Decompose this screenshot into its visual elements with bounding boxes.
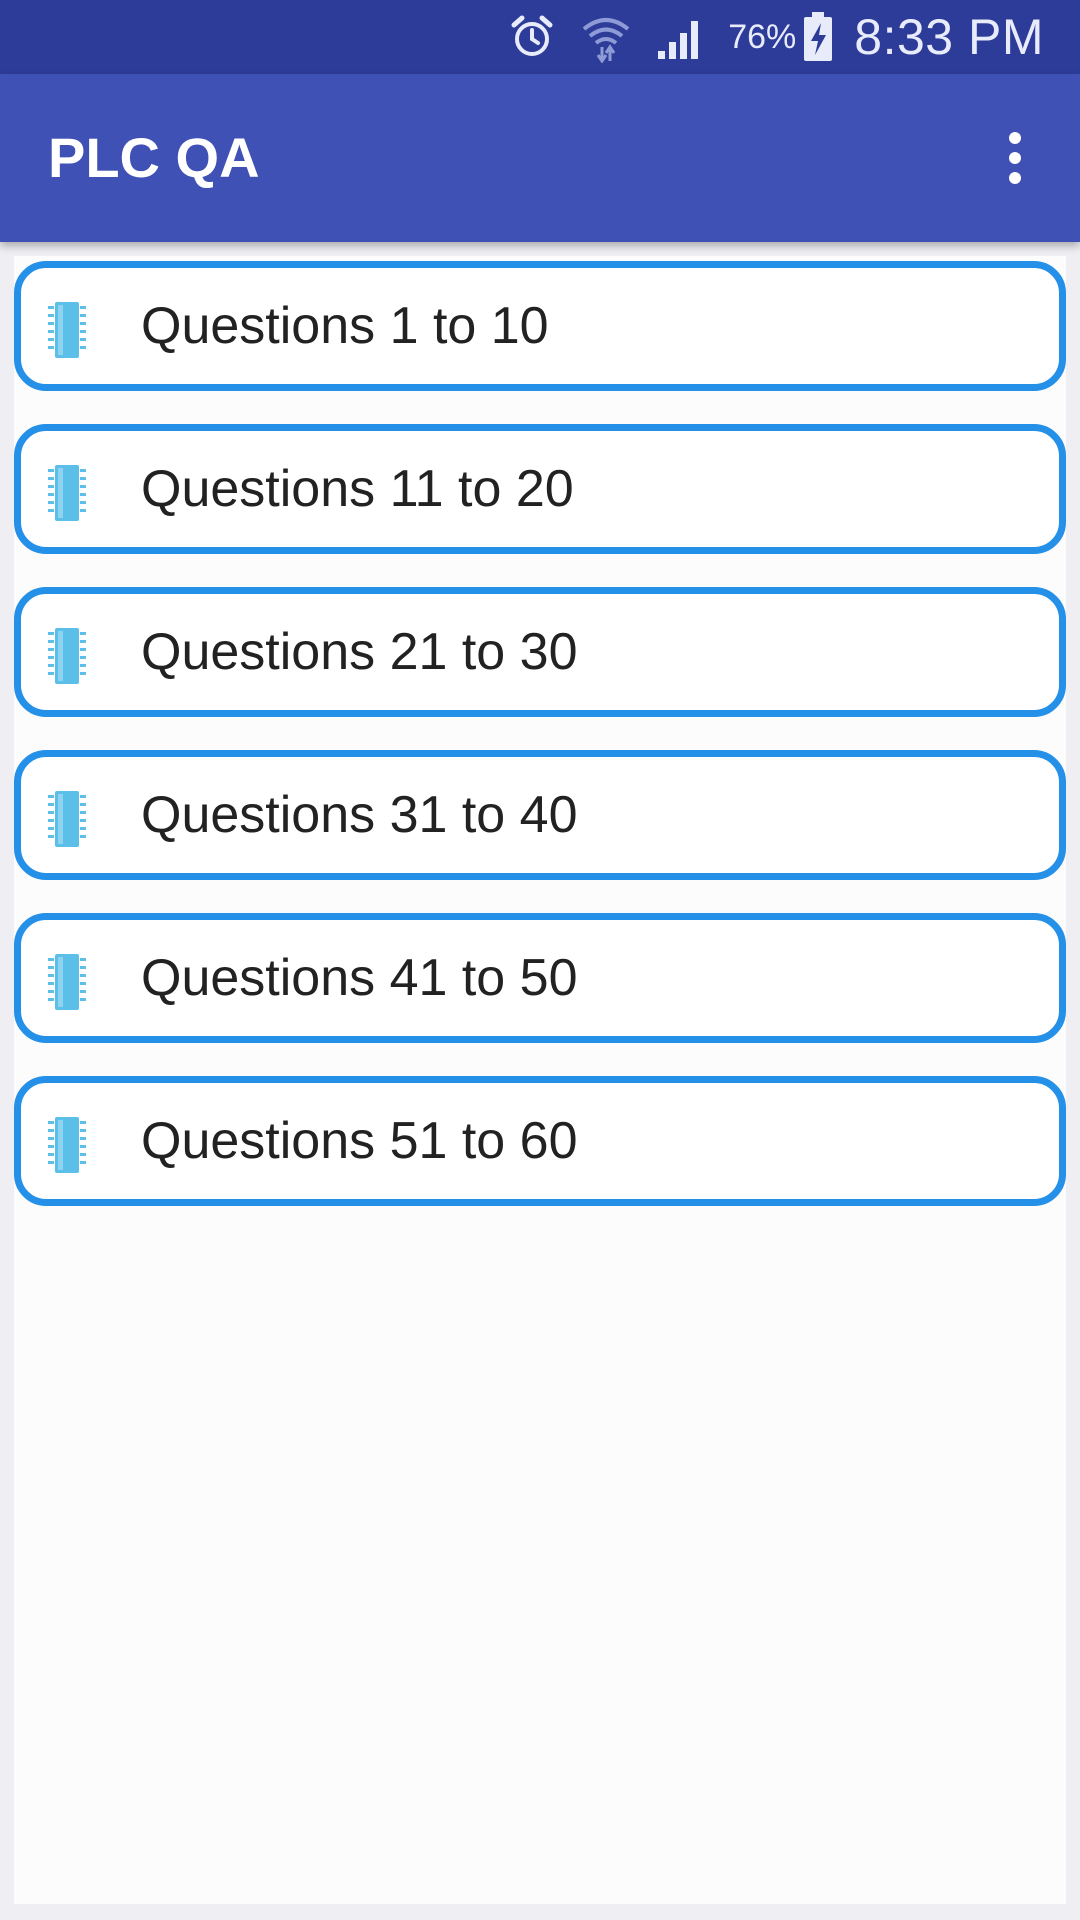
list-item[interactable]: Questions 31 to 40	[14, 750, 1066, 880]
content-area: Questions 1 to 10 Questions 11 to 20 Que…	[14, 256, 1066, 1904]
app-bar: PLC QA	[0, 74, 1080, 242]
list-item-label: Questions 1 to 10	[141, 297, 549, 355]
status-bar: 76% 8:33 PM	[0, 0, 1080, 74]
list-item[interactable]: Questions 21 to 30	[14, 587, 1066, 717]
battery-charging-icon	[802, 12, 834, 62]
list-item[interactable]: Questions 51 to 60	[14, 1076, 1066, 1206]
battery-percentage: 76%	[728, 17, 797, 56]
list-item-label: Questions 51 to 60	[141, 1112, 578, 1170]
chip-icon	[47, 465, 87, 521]
signal-icon	[656, 13, 706, 61]
wifi-icon	[580, 11, 632, 63]
list-item-label: Questions 11 to 20	[141, 460, 574, 518]
list-item[interactable]: Questions 1 to 10	[14, 261, 1066, 391]
list-item-label: Questions 31 to 40	[141, 786, 578, 844]
app-title: PLC QA	[48, 126, 260, 189]
chip-icon	[47, 791, 87, 847]
list-item[interactable]: Questions 11 to 20	[14, 424, 1066, 554]
alarm-icon	[508, 13, 556, 61]
clock-time: 8:33 PM	[854, 9, 1044, 65]
chip-icon	[47, 628, 87, 684]
list-item-label: Questions 21 to 30	[141, 623, 578, 681]
list-item[interactable]: Questions 41 to 50	[14, 913, 1066, 1043]
chip-icon	[47, 302, 87, 358]
more-vert-icon[interactable]	[980, 118, 1050, 198]
list-item-label: Questions 41 to 50	[141, 949, 578, 1007]
chip-icon	[47, 954, 87, 1010]
chip-icon	[47, 1117, 87, 1173]
